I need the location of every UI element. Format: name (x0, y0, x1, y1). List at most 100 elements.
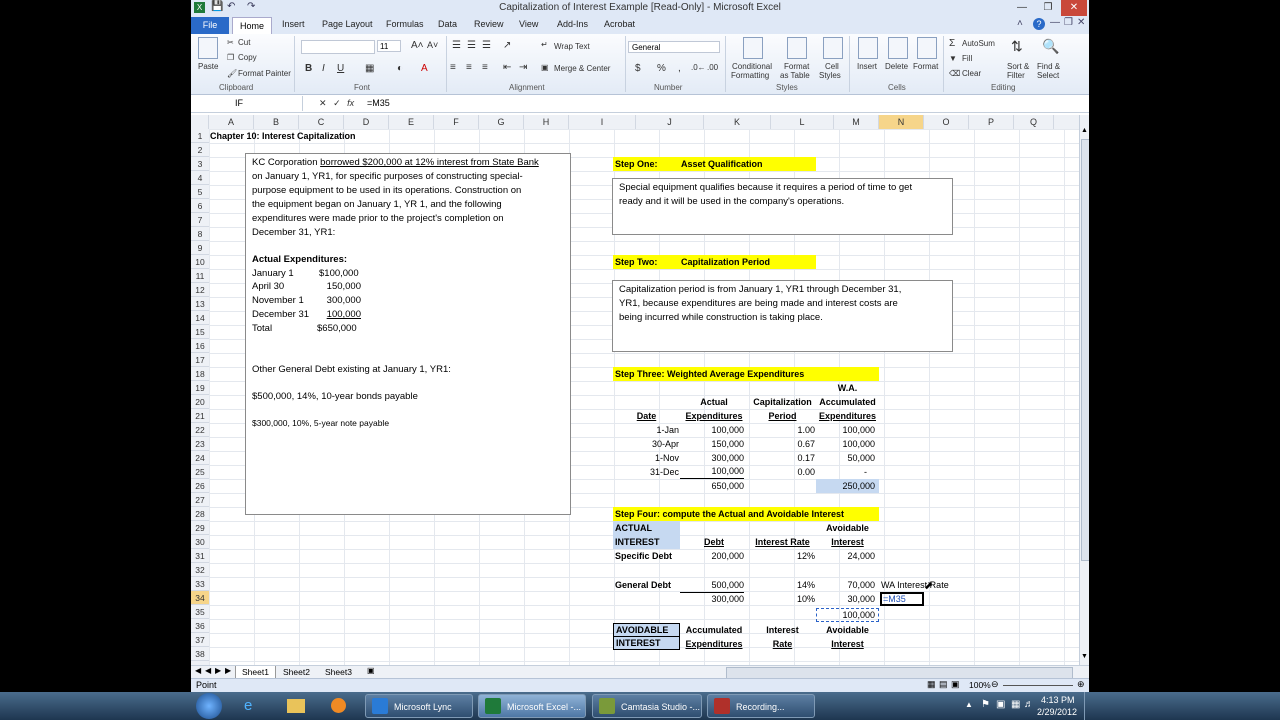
scroll-down-icon[interactable]: ▼ (1081, 653, 1088, 660)
bold-icon[interactable]: B (305, 63, 312, 74)
normal-view-icon[interactable]: ▦ (927, 679, 936, 690)
column-header-a[interactable]: A (209, 115, 254, 129)
shrink-font-icon[interactable]: A˅ (427, 40, 438, 50)
row-header-27[interactable]: 27 (191, 493, 209, 507)
name-box[interactable]: IF (191, 96, 303, 111)
formula-input[interactable]: =M35 (367, 96, 390, 111)
row-header-34[interactable]: 34 (191, 591, 209, 605)
monitor-icon[interactable]: ▣ (996, 699, 1005, 710)
comma-button[interactable]: , (678, 63, 681, 74)
row-header-11[interactable]: 11 (191, 269, 209, 283)
row-header-7[interactable]: 7 (191, 213, 209, 227)
row-header-8[interactable]: 8 (191, 227, 209, 241)
next-sheet-icon[interactable]: ▶ (215, 666, 221, 675)
insert-function-icon[interactable]: fx (347, 98, 354, 108)
sort-filter-label-2[interactable]: Filter (1007, 71, 1025, 80)
row-header-22[interactable]: 22 (191, 423, 209, 437)
column-header-d[interactable]: D (344, 115, 389, 129)
cell-styles-label-1[interactable]: Cell (825, 62, 839, 71)
scroll-thumb[interactable] (1081, 139, 1089, 561)
number-format-dropdown[interactable]: General (628, 41, 720, 53)
row-header-29[interactable]: 29 (191, 521, 209, 535)
enter-icon[interactable]: ✓ (333, 98, 341, 108)
tab-home[interactable]: Home (232, 17, 272, 35)
delete-cells-button[interactable]: Delete (885, 62, 908, 71)
flag-icon[interactable]: ⚑ (981, 699, 990, 710)
row-header-12[interactable]: 12 (191, 283, 209, 297)
format-as-table-label-2[interactable]: as Table (780, 71, 810, 80)
row-header-4[interactable]: 4 (191, 171, 209, 185)
worksheet-grid[interactable]: Chapter 10: Interest Capitalization KC C… (209, 129, 1079, 665)
row-header-30[interactable]: 30 (191, 535, 209, 549)
row-header-15[interactable]: 15 (191, 325, 209, 339)
select-all-corner[interactable] (191, 115, 209, 129)
column-header-h[interactable]: H (524, 115, 569, 129)
row-header-31[interactable]: 31 (191, 549, 209, 563)
row-header-6[interactable]: 6 (191, 199, 209, 213)
minimize-ribbon-icon[interactable]: ˄ (1017, 18, 1023, 29)
autosum-icon[interactable]: Σ (949, 38, 955, 49)
conditional-formatting-label-2[interactable]: Formatting (731, 71, 769, 80)
column-header-m[interactable]: M (834, 115, 879, 129)
row-header-19[interactable]: 19 (191, 381, 209, 395)
currency-button[interactable]: $ (635, 63, 641, 74)
volume-icon[interactable]: ♬ (1024, 699, 1034, 710)
pinned-ie[interactable]: e (233, 694, 271, 718)
insert-cells-button[interactable]: Insert (857, 62, 877, 71)
prev-sheet-icon[interactable]: ◀ (205, 666, 211, 675)
column-header-g[interactable]: G (479, 115, 524, 129)
sheet-tab-3[interactable]: Sheet3 (319, 666, 358, 678)
active-cell-n34[interactable]: =M35 (880, 592, 924, 606)
network-icon[interactable]: ▦ (1011, 699, 1020, 710)
first-sheet-icon[interactable]: ◀ (195, 666, 201, 675)
task-recording[interactable]: Recording... (707, 694, 815, 718)
zoom-slider[interactable] (1003, 685, 1073, 686)
column-header-f[interactable]: F (434, 115, 479, 129)
format-painter-icon[interactable]: 🖌 (227, 69, 237, 78)
row-header-3[interactable]: 3 (191, 157, 209, 171)
row-header-17[interactable]: 17 (191, 353, 209, 367)
row-header-26[interactable]: 26 (191, 479, 209, 493)
row-header-20[interactable]: 20 (191, 395, 209, 409)
merge-center-button[interactable]: Merge & Center (554, 64, 610, 73)
task-lync[interactable]: Microsoft Lync (365, 694, 473, 718)
cell-styles-icon[interactable] (823, 37, 843, 59)
conditional-formatting-icon[interactable] (743, 37, 763, 59)
row-header-24[interactable]: 24 (191, 451, 209, 465)
start-button[interactable] (196, 693, 222, 719)
zoom-in-icon[interactable]: ⊕ (1077, 679, 1085, 690)
cut-button[interactable]: Cut (238, 38, 250, 47)
column-header-p[interactable]: P (969, 115, 1014, 129)
column-header-b[interactable]: B (254, 115, 299, 129)
tab-data[interactable]: Data (438, 19, 457, 29)
row-header-16[interactable]: 16 (191, 339, 209, 353)
borders-icon[interactable]: ▦ (365, 63, 374, 74)
help-icon[interactable]: ? (1033, 18, 1045, 30)
row-header-33[interactable]: 33 (191, 577, 209, 591)
vertical-scrollbar[interactable]: ▲ ▼ (1079, 115, 1089, 665)
row-header-28[interactable]: 28 (191, 507, 209, 521)
align-middle-icon[interactable]: ☰ (467, 40, 476, 51)
clock-time[interactable]: 4:13 PM (1041, 695, 1075, 705)
task-camtasia[interactable]: Camtasia Studio -... (592, 694, 702, 718)
tab-formulas[interactable]: Formulas (386, 19, 424, 29)
page-break-view-icon[interactable]: ▣ (951, 679, 960, 690)
sort-filter-label-1[interactable]: Sort & (1007, 62, 1029, 71)
column-header-c[interactable]: C (299, 115, 344, 129)
increase-decimal-icon[interactable]: .0← (691, 63, 706, 72)
decrease-indent-icon[interactable]: ⇤ (503, 62, 511, 73)
cancel-icon[interactable]: ✕ (319, 98, 327, 108)
row-header-5[interactable]: 5 (191, 185, 209, 199)
column-header-o[interactable]: O (924, 115, 969, 129)
minimize-button[interactable]: — (1009, 0, 1035, 16)
cut-icon[interactable]: ✂ (227, 38, 234, 47)
pinned-explorer[interactable] (277, 694, 315, 718)
orientation-icon[interactable]: ↗ (503, 40, 511, 51)
row-header-35[interactable]: 35 (191, 605, 209, 619)
delete-cells-icon[interactable] (888, 37, 908, 59)
format-cells-icon[interactable] (917, 37, 937, 59)
row-header-32[interactable]: 32 (191, 563, 209, 577)
row-header-2[interactable]: 2 (191, 143, 209, 157)
format-cells-button[interactable]: Format (913, 62, 938, 71)
sheet-tab-2[interactable]: Sheet2 (277, 666, 316, 678)
